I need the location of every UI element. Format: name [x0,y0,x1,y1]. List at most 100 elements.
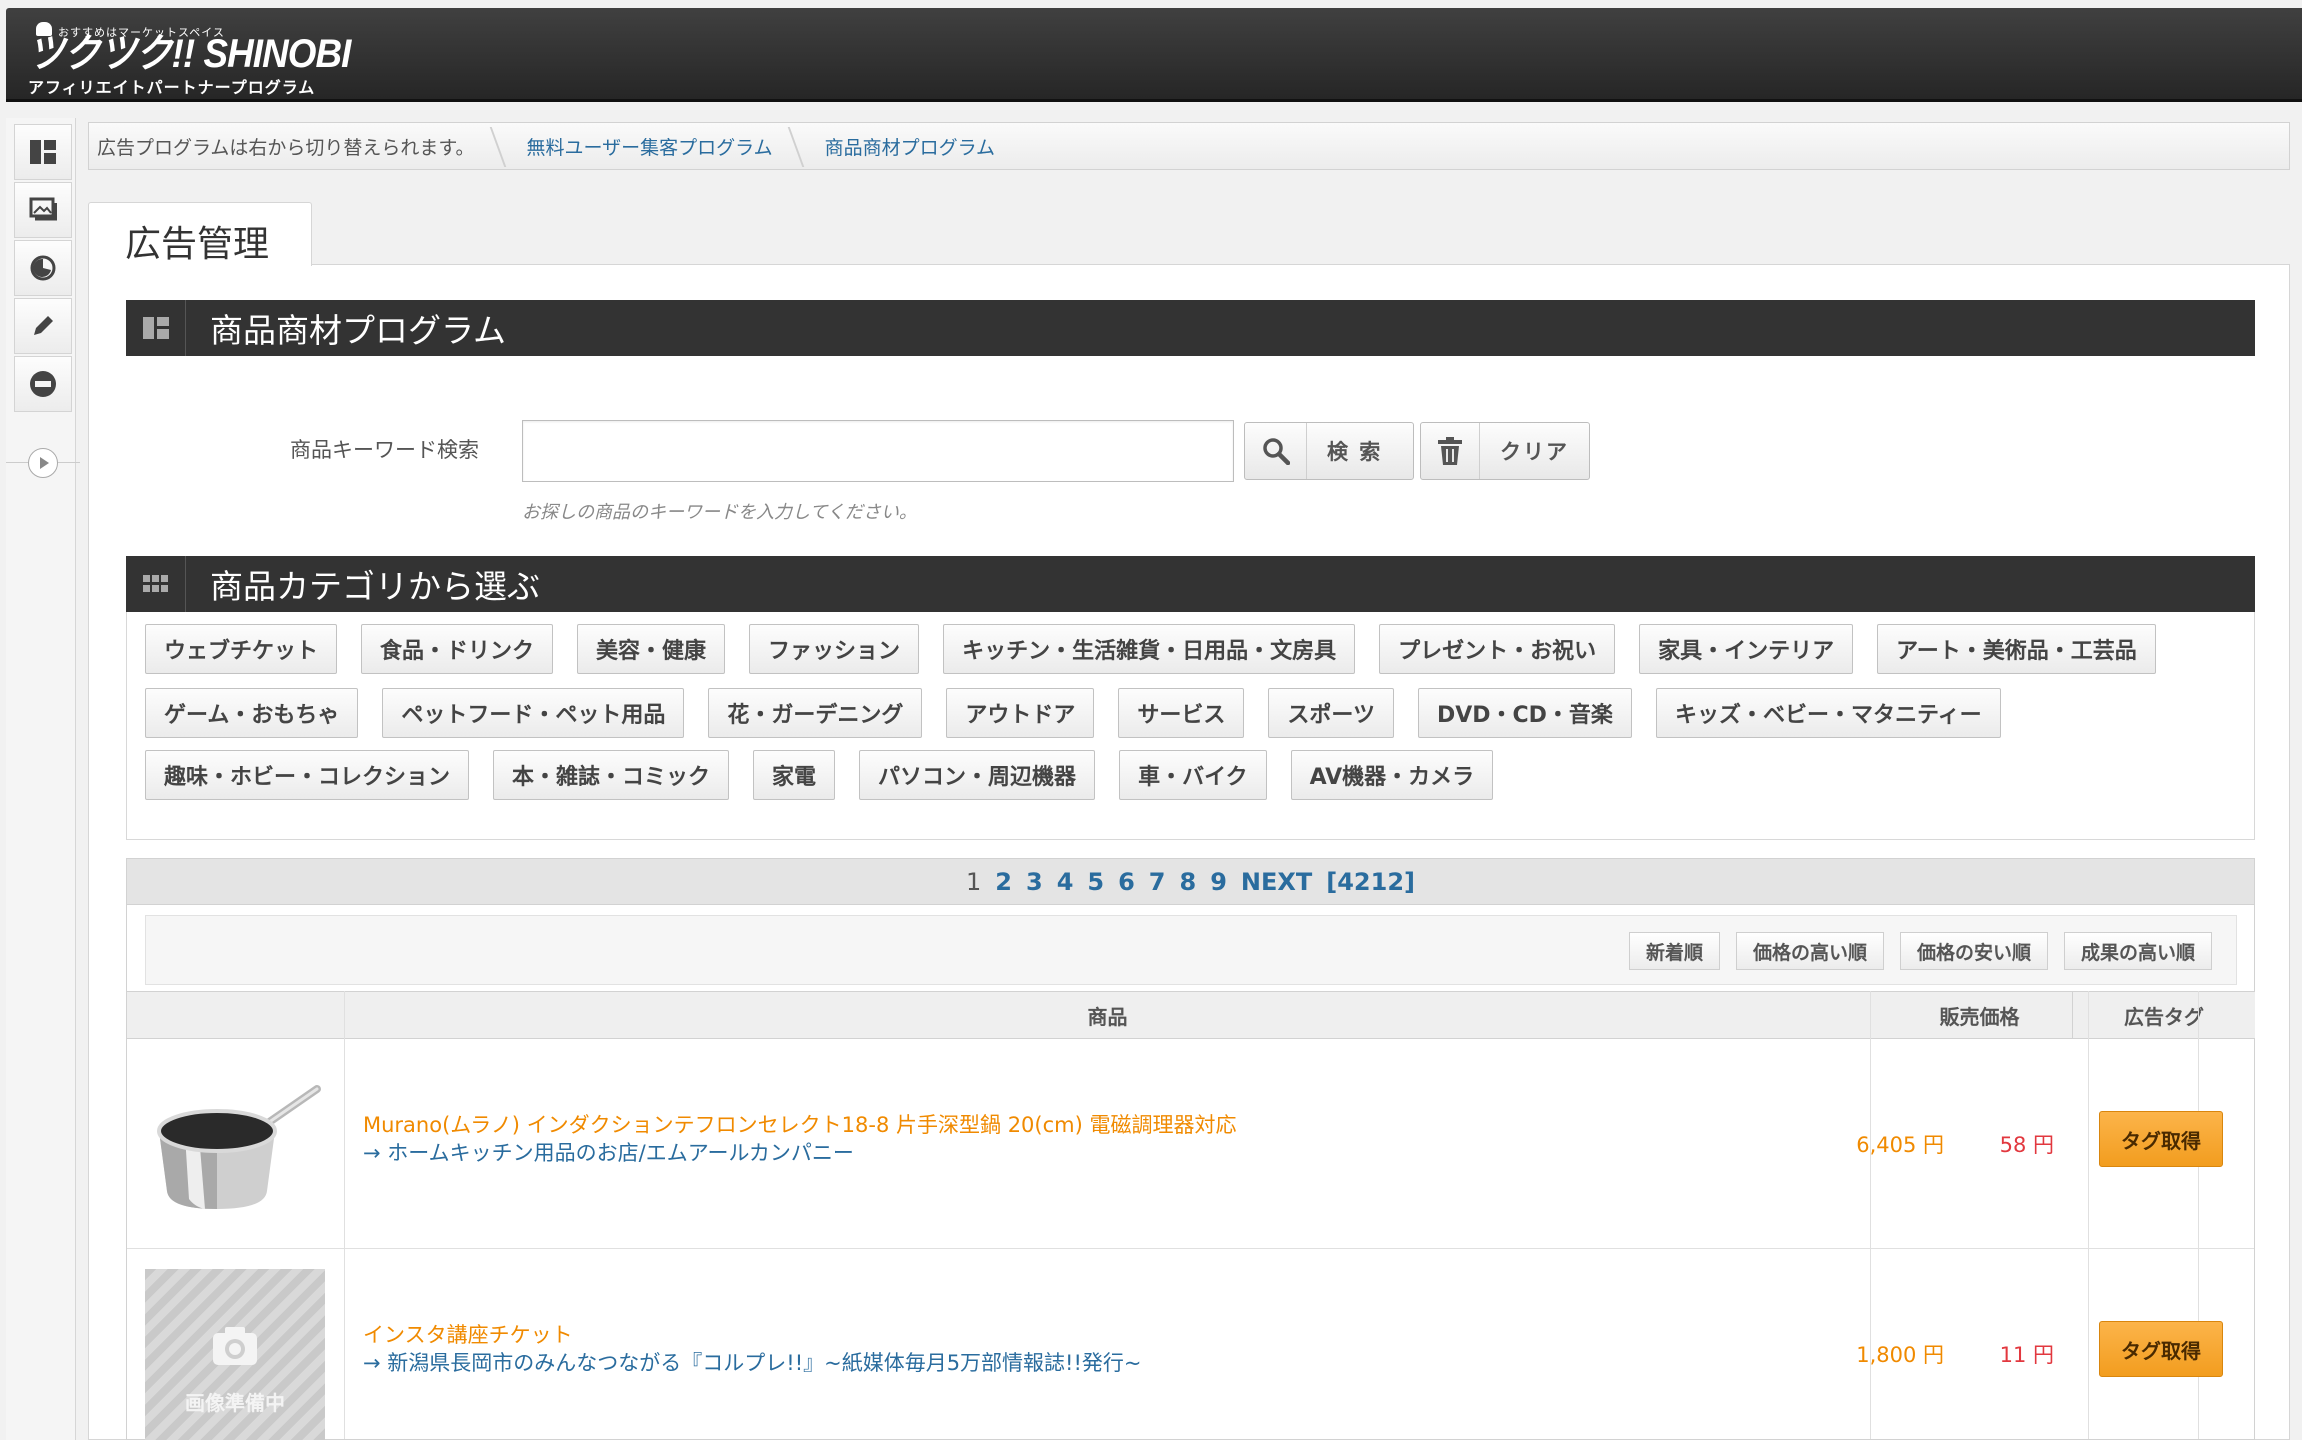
breadcrumb-info: 広告プログラムは右から切り替えられます。 [89,123,499,169]
category-button[interactable]: AV機器・カメラ [1290,750,1494,800]
product-title-link[interactable]: インスタ講座チケット [363,1319,573,1349]
sort-price-high-button[interactable]: 価格の高い順 [1735,932,1884,970]
category-button[interactable]: 家電 [753,750,836,800]
minus-circle-icon [30,371,56,397]
category-button[interactable]: 美容・健康 [577,624,726,674]
pie-chart-icon [30,255,56,281]
shop-link[interactable]: → ホームキッチン用品のお店/エムアールカンパニー [363,1137,854,1167]
sidebar-edit-button[interactable] [14,298,72,354]
category-list: ウェブチケット 食品・ドリンク 美容・健康 ファッション キッチン・生活雑貨・日… [126,612,2255,840]
category-button[interactable]: 車・バイク [1119,750,1267,800]
search-icon [1245,423,1307,479]
page-current: 1 [966,867,982,896]
page-link[interactable]: 3 [1026,868,1043,896]
pencil-icon [34,316,53,335]
header-product: 商品 [344,992,1870,1038]
category-button[interactable]: 本・雑誌・コミック [493,750,730,800]
get-tag-button[interactable]: タグ取得 [2099,1321,2223,1377]
category-button[interactable]: ゲーム・おもちゃ [145,688,359,738]
page-link[interactable]: 6 [1118,868,1135,896]
search-button-label: 検 索 [1327,440,1383,464]
sort-reward-high-button[interactable]: 成果の高い順 [2063,932,2212,970]
category-button[interactable]: 花・ガーデニング [708,688,923,738]
get-tag-button[interactable]: タグ取得 [2099,1111,2223,1167]
breadcrumb: 広告プログラムは右から切り替えられます。 無料ユーザー集客プログラム 商品商材プ… [88,122,2290,170]
sort-bar: 新着順 価格の高い順 価格の安い順 成果の高い順 [145,915,2237,985]
sidebar [6,118,80,1440]
sidebar-report-button[interactable] [14,240,72,296]
page-link[interactable]: 2 [995,868,1012,896]
category-button[interactable]: キッチン・生活雑貨・日用品・文房具 [943,624,1356,674]
breadcrumb-link-free-user-program[interactable]: 無料ユーザー集客プログラム [499,123,797,169]
search-help-text: お探しの商品のキーワードを入力してください。 [522,502,917,523]
search-label: 商品キーワード検索 [290,438,479,462]
logo-subtitle: アフィリエイトパートナープログラム [28,78,316,97]
category-button[interactable]: 趣味・ホビー・コレクション [145,750,470,800]
category-button[interactable]: アウトドア [946,688,1095,738]
grid-icon [126,556,186,612]
category-button[interactable]: パソコン・周辺機器 [859,750,1096,800]
image-gallery-icon [29,197,57,221]
sidebar-dashboard-button[interactable] [14,124,72,180]
tab-ad-management[interactable]: 広告管理 [88,202,312,266]
image-placeholder-text: 画像準備中 [185,1391,285,1415]
product-results: 1 2 3 4 5 6 7 8 9 NEXT [4212] 新着順 価格の高い順… [126,858,2255,1440]
product-image-placeholder[interactable]: 画像準備中 [145,1269,325,1440]
page-link[interactable]: 4 [1057,868,1074,896]
category-button[interactable]: DVD・CD・音楽 [1417,688,1632,738]
category-button[interactable]: 家具・インテリア [1639,624,1854,674]
section-header-product-program: 商品商材プログラム [126,300,2255,356]
header-image-column [127,992,344,1038]
page-link[interactable]: 9 [1210,868,1227,896]
next-page-link[interactable]: NEXT [1241,868,1312,896]
logo-brand: ツクツク!! SHINOBI [28,32,351,76]
category-row: ウェブチケット 食品・ドリンク 美容・健康 ファッション キッチン・生活雑貨・日… [145,624,2180,674]
trash-icon [1421,423,1480,479]
product-image[interactable] [145,1059,325,1239]
search-button[interactable]: 検 索 [1244,422,1414,480]
last-page-link[interactable]: [4212] [1326,868,1415,896]
product-reward: 58 円 [1999,1133,2054,1157]
sort-newest-button[interactable]: 新着順 [1628,932,1720,970]
table-header: 商品 販売価格 成果 [127,991,2254,1039]
keyword-search-input[interactable] [522,420,1234,482]
dashboard-icon [126,300,186,356]
category-row: ゲーム・おもちゃ ペットフード・ペット用品 花・ガーデニング アウトドア サービ… [145,688,2025,738]
product-reward: 11 円 [1999,1343,2054,1367]
page-link[interactable]: 5 [1087,868,1104,896]
breadcrumb-link-product-program[interactable]: 商品商材プログラム [797,123,1019,169]
table-row: Murano(ムラノ) インダクションテフロンセレクト18-8 片手深型鍋 20… [127,1039,2254,1249]
sidebar-expand-toggle[interactable] [6,440,80,486]
top-header: おすすめはマーケットスペイス ツクツク!! SHINOBI アフィリエイトパート… [6,8,2302,102]
category-button[interactable]: ペットフード・ペット用品 [382,688,685,738]
page-link[interactable]: 8 [1180,868,1197,896]
section-title: 商品商材プログラム [210,311,507,350]
category-button[interactable]: ファッション [749,624,920,674]
page-link[interactable]: 7 [1149,868,1166,896]
product-price: 1,800 円 [1856,1343,1944,1367]
sort-price-low-button[interactable]: 価格の安い順 [1899,932,2048,970]
category-button[interactable]: ウェブチケット [145,624,338,674]
clear-button-label: クリア [1500,440,1569,464]
product-title-link[interactable]: Murano(ムラノ) インダクションテフロンセレクト18-8 片手深型鍋 20… [363,1109,1236,1139]
sidebar-gallery-button[interactable] [14,182,72,238]
shop-link[interactable]: → 新潟県長岡市のみんなつながる『コルプレ!!』~紙媒体毎月5万部情報誌!!発行… [363,1347,1142,1377]
category-section-title: 商品カテゴリから選ぶ [210,567,540,606]
site-logo[interactable]: おすすめはマーケットスペイス ツクツク!! SHINOBI アフィリエイトパート… [24,18,351,97]
category-button[interactable]: 食品・ドリンク [361,624,554,674]
category-row: 趣味・ホビー・コレクション 本・雑誌・コミック 家電 パソコン・周辺機器 車・バ… [145,750,1517,800]
category-button[interactable]: スポーツ [1268,688,1394,738]
category-button[interactable]: サービス [1118,688,1245,738]
category-button[interactable]: キッズ・ベビー・マタニティー [1655,688,2001,738]
category-button[interactable]: プレゼント・お祝い [1379,624,1616,674]
category-button[interactable]: アート・美術品・工芸品 [1877,624,2156,674]
clear-button[interactable]: クリア [1420,422,1590,480]
section-header-categories: 商品カテゴリから選ぶ [126,556,2255,612]
table-row: 画像準備中 インスタ講座チケット → 新潟県長岡市のみんなつながる『コルプレ!!… [127,1249,2254,1440]
chevron-right-icon [28,448,58,478]
header-price: 販売価格 [1870,992,2088,1038]
product-price: 6,405 円 [1856,1133,1944,1157]
sidebar-block-button[interactable] [14,356,72,412]
header-ad-tag: 広告タグ [2072,991,2255,1039]
dashboard-icon [30,140,56,164]
